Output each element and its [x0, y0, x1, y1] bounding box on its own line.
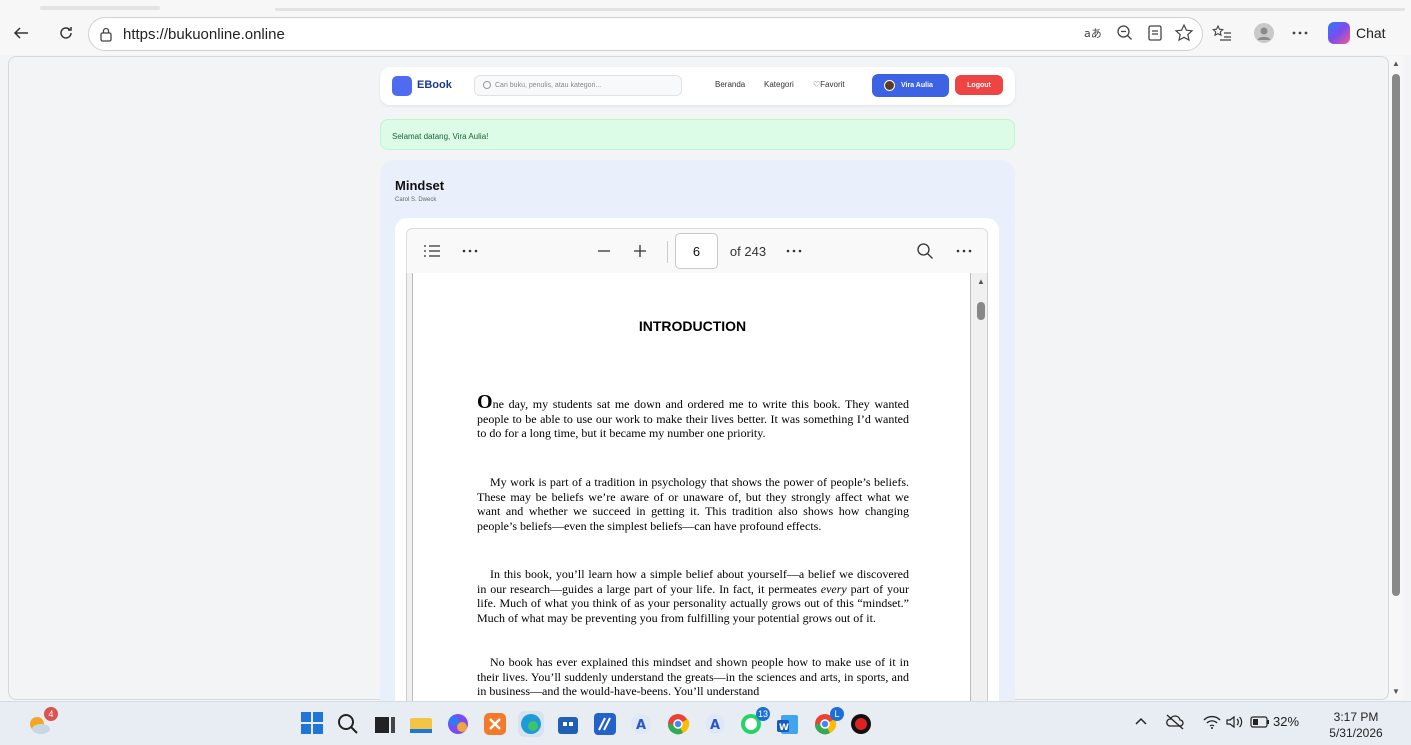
- scroll-up-icon[interactable]: ▲: [1392, 59, 1400, 68]
- chrome-l-profile-icon[interactable]: L: [812, 707, 844, 737]
- scroll-down-icon[interactable]: ▼: [1392, 687, 1400, 696]
- microsoft-store-icon[interactable]: [555, 711, 581, 737]
- whatsapp-icon[interactable]: 13: [738, 707, 770, 737]
- chrome-profile-a2-icon[interactable]: A: [702, 711, 728, 737]
- file-explorer-icon[interactable]: [408, 711, 434, 737]
- pdf-toolbar: 6 of 243: [406, 228, 988, 274]
- favorites-list-icon[interactable]: [1211, 21, 1233, 45]
- refresh-icon[interactable]: [53, 20, 79, 46]
- task-view-icon[interactable]: [372, 711, 398, 737]
- clock[interactable]: 3:17 PM 5/31/2026: [1322, 709, 1390, 741]
- paragraph-4: No book has ever explained this mindset …: [477, 655, 909, 698]
- pdf-page: INTRODUCTION One day, my students sat me…: [412, 273, 971, 703]
- taskbar-search-icon[interactable]: [335, 711, 361, 737]
- back-icon[interactable]: [8, 20, 34, 46]
- user-profile-button[interactable]: Vira Aulia: [872, 74, 949, 97]
- nav-link-favorit[interactable]: ♡Favorit: [813, 80, 845, 89]
- toolbar-divider: [667, 241, 668, 263]
- translate-icon[interactable]: aあ: [1082, 21, 1104, 45]
- pdf-viewer[interactable]: INTRODUCTION One day, my students sat me…: [406, 273, 988, 703]
- paragraph-1: One day, my students sat me down and ord…: [477, 392, 909, 441]
- nav-link-beranda[interactable]: Beranda: [715, 80, 745, 89]
- chat-label: Chat: [1356, 25, 1386, 41]
- svg-text:aあ: aあ: [1084, 27, 1102, 40]
- address-bar[interactable]: https://bukuonline.online: [88, 17, 1203, 51]
- page-number-input[interactable]: 6: [675, 233, 718, 269]
- profile-avatar-icon[interactable]: [1252, 21, 1276, 45]
- lock-icon: [100, 27, 112, 42]
- chrome-icon[interactable]: [665, 711, 691, 737]
- brand-name[interactable]: EBook: [417, 79, 452, 91]
- zoom-icon[interactable]: [1114, 21, 1136, 45]
- nav-link-kategori[interactable]: Kategori: [764, 80, 794, 89]
- search-icon: [483, 81, 491, 89]
- browser-toolbar: https://bukuonline.online aあ Chat: [0, 0, 1411, 55]
- svg-text:A: A: [636, 718, 646, 733]
- pdf-more-left-icon[interactable]: [459, 241, 481, 261]
- battery-indicator[interactable]: 32%: [1250, 714, 1299, 729]
- book-title: Mindset: [395, 178, 445, 193]
- chrome-profile-badge: L: [830, 707, 844, 721]
- chapter-heading: INTRODUCTION: [638, 318, 747, 334]
- zoom-in-icon[interactable]: [629, 241, 651, 261]
- drop-cap: O: [477, 391, 493, 413]
- copilot-icon: [1328, 22, 1350, 44]
- paragraph-2: My work is part of a tradition in psycho…: [477, 475, 909, 533]
- pdf-more-right-icon[interactable]: [953, 241, 975, 261]
- whatsapp-badge: 13: [756, 707, 770, 721]
- edge-browser-icon[interactable]: [518, 711, 544, 737]
- reader-view-icon[interactable]: [1144, 21, 1166, 45]
- logout-button[interactable]: Logout: [955, 75, 1003, 95]
- table-of-contents-icon[interactable]: [421, 241, 443, 261]
- pdf-scroll-up-icon[interactable]: ▲: [977, 277, 985, 286]
- xampp-icon[interactable]: [482, 711, 508, 737]
- screen-recorder-icon[interactable]: [848, 711, 874, 737]
- battery-icon: [1250, 715, 1269, 728]
- user-name: Vira Aulia: [901, 82, 933, 89]
- wifi-icon[interactable]: [1203, 714, 1221, 733]
- favorit-label: Favorit: [820, 80, 845, 89]
- pdf-scrollbar-thumb[interactable]: [977, 302, 985, 320]
- tray-chevron-icon[interactable]: [1134, 714, 1148, 731]
- total-pages: of 243: [729, 243, 767, 259]
- weather-icon[interactable]: 4: [26, 707, 58, 737]
- chrome-profile-a-icon[interactable]: A: [628, 711, 654, 737]
- vscode-blue-icon[interactable]: [592, 711, 618, 737]
- volume-icon[interactable]: [1225, 714, 1245, 733]
- user-avatar: [884, 80, 895, 91]
- clock-time: 3:17 PM: [1333, 710, 1379, 724]
- tab-strip: [0, 0, 1411, 12]
- word-icon[interactable]: W: [775, 711, 801, 737]
- scrollbar-thumb[interactable]: [1392, 74, 1400, 596]
- svg-text:W: W: [779, 723, 789, 733]
- weather-badge: 4: [44, 707, 58, 721]
- url-text: https://bukuonline.online: [123, 26, 285, 43]
- site-navbar: EBook Cari buku, penulis, atau kategori.…: [380, 67, 1015, 105]
- paragraph-3-emphasis: every: [820, 581, 847, 596]
- search-placeholder: Cari buku, penulis, atau kategori...: [495, 82, 602, 89]
- page-scrollbar[interactable]: ▲ ▼: [1389, 56, 1403, 700]
- pdf-scrollbar[interactable]: ▲: [975, 273, 988, 703]
- onedrive-offline-icon[interactable]: [1165, 714, 1185, 733]
- windows-taskbar: 4 A A 13 W L 32% 3:17 PM 5/31/2026: [0, 701, 1411, 745]
- more-options-icon[interactable]: [1290, 21, 1310, 45]
- welcome-alert: Selamat datang, Vira Aulia!: [380, 119, 1015, 150]
- search-input[interactable]: Cari buku, penulis, atau kategori...: [474, 75, 682, 96]
- favorite-star-icon[interactable]: [1173, 21, 1195, 45]
- clock-date: 5/31/2026: [1329, 726, 1383, 740]
- pdf-more-center-icon[interactable]: [783, 241, 805, 261]
- svg-text:A: A: [710, 718, 720, 733]
- pdf-search-icon[interactable]: [914, 241, 936, 261]
- battery-percent: 32%: [1273, 714, 1300, 729]
- copilot-chat-button[interactable]: Chat: [1322, 18, 1402, 48]
- ebook-logo-icon[interactable]: [392, 76, 412, 96]
- zoom-out-icon[interactable]: [593, 241, 615, 261]
- book-author: Carol S. Dweck: [395, 197, 437, 203]
- paragraph-1-text: ne day, my students sat me down and orde…: [477, 397, 909, 440]
- start-windows-icon[interactable]: [300, 711, 326, 737]
- paragraph-3: In this book, you’ll learn how a simple …: [477, 567, 909, 625]
- copilot-app-icon[interactable]: [445, 711, 471, 737]
